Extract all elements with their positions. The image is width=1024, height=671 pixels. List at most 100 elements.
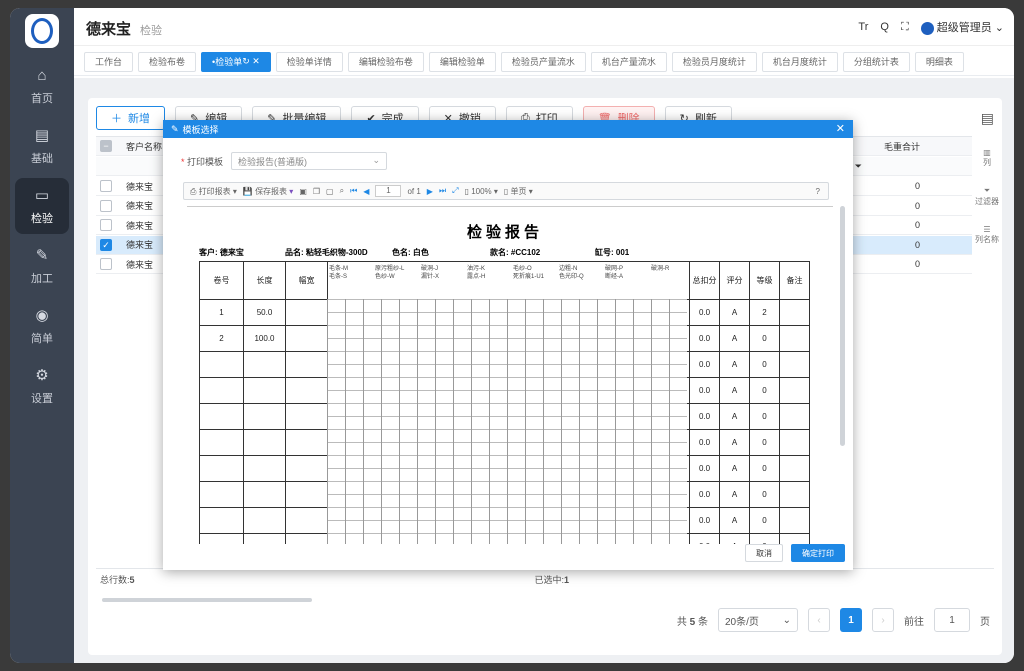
report-score: 0.0 bbox=[689, 351, 720, 378]
col-customer-header: 客户名称 bbox=[126, 141, 163, 152]
close-icon[interactable]: ✕ bbox=[836, 122, 845, 135]
tab-3[interactable]: 检验单详情 bbox=[275, 51, 343, 72]
search-icon[interactable]: Q bbox=[880, 21, 889, 33]
save-report-button[interactable]: 💾 保存报表 ▾ bbox=[243, 186, 293, 197]
grid-footer: 总行数:5 已选中:1 bbox=[96, 568, 994, 590]
tab-6[interactable]: 检验员产量流水 bbox=[500, 51, 586, 72]
report-rating: A bbox=[719, 299, 750, 326]
goto-page-input[interactable]: 1 bbox=[934, 608, 970, 632]
tab-0[interactable]: 工作台 bbox=[84, 51, 134, 72]
edit-icon: ✎ bbox=[171, 123, 179, 134]
tab-4[interactable]: 编辑检验布卷 bbox=[347, 51, 424, 72]
sidebar-item-1[interactable]: ▤ 基础 bbox=[15, 118, 69, 174]
tab-label: 工作台 bbox=[95, 57, 123, 67]
report-length bbox=[243, 507, 286, 534]
col-note: 备注 bbox=[779, 261, 810, 300]
sidebar-item-label: 设置 bbox=[31, 393, 53, 405]
filter-icon[interactable]: ⏷ bbox=[855, 161, 862, 172]
report-color: 色名: 白色 bbox=[392, 248, 429, 257]
selected-value: 1 bbox=[564, 575, 570, 585]
print-template-value: 检验报告(普通版) bbox=[238, 156, 308, 167]
report-scrollbar[interactable] bbox=[840, 206, 845, 446]
fullscreen-icon[interactable]: ⛶ bbox=[901, 21, 909, 34]
sidebar-item-4[interactable]: ◉ 简单 bbox=[15, 298, 69, 354]
report-width bbox=[285, 403, 328, 430]
select-all-checkbox[interactable]: − bbox=[100, 140, 112, 152]
tab-2[interactable]: • 检验单 ↻ ✕ bbox=[201, 51, 271, 72]
page-number-input[interactable]: 1 bbox=[375, 185, 402, 197]
sidebar-item-5[interactable]: ⚙ 设置 bbox=[15, 358, 69, 414]
zoom-select[interactable]: ▯ 100% ▾ bbox=[465, 187, 498, 196]
report-grade: 0 bbox=[749, 533, 780, 544]
page-size-select[interactable]: 20条/页 ⌄ bbox=[718, 608, 798, 632]
tab-9[interactable]: 机台月度统计 bbox=[761, 51, 838, 72]
report-roll bbox=[199, 403, 244, 430]
column-names-tool[interactable]: ☰ 列名称 bbox=[974, 225, 1000, 245]
report-width bbox=[285, 533, 328, 544]
single-page-select[interactable]: ▯ 单页 ▾ bbox=[504, 186, 533, 197]
find-icon[interactable]: ⌕ bbox=[340, 186, 344, 196]
prev-page-icon[interactable]: ◀ bbox=[363, 187, 369, 196]
tab-11[interactable]: 明细表 bbox=[914, 51, 964, 72]
report-roll: 2 bbox=[199, 325, 244, 352]
row-total: 0 bbox=[914, 220, 920, 230]
help-icon[interactable]: ? bbox=[816, 187, 820, 196]
last-page-icon[interactable]: ⏭ bbox=[439, 186, 446, 196]
filter-tool[interactable]: ⏷ 过滤器 bbox=[974, 186, 1000, 207]
prev-page-button[interactable]: ‹ bbox=[808, 608, 830, 632]
report-length: 50.0 bbox=[243, 299, 286, 326]
report-rating: A bbox=[719, 429, 750, 456]
sidebar-item-2[interactable]: ▭ 检验 bbox=[15, 178, 69, 234]
first-page-icon[interactable]: ⏮ bbox=[350, 186, 357, 196]
row-checkbox[interactable] bbox=[100, 180, 112, 192]
print-report-button[interactable]: ⎙ 打印报表 ▾ bbox=[190, 186, 237, 197]
dialog-header: ✎ 模板选择 ✕ bbox=[163, 120, 853, 138]
fit-page-icon[interactable]: ⤢ bbox=[452, 186, 458, 196]
current-page-button[interactable]: 1 bbox=[840, 608, 862, 632]
user-menu[interactable]: 超级管理员 ⌄ bbox=[920, 19, 1004, 35]
report-style: 款名: #CC102 bbox=[490, 248, 541, 257]
cancel-button[interactable]: 取消 bbox=[745, 544, 783, 562]
copy-icon[interactable]: ❐ bbox=[313, 187, 320, 196]
report-rating: A bbox=[719, 351, 750, 378]
report-grade: 0 bbox=[749, 455, 780, 482]
database-icon: ◉ bbox=[35, 307, 49, 324]
print-template-select[interactable]: 检验报告(普通版) ⌄ bbox=[231, 152, 388, 170]
report-roll bbox=[199, 533, 244, 544]
font-size-icon[interactable]: Tr bbox=[858, 21, 868, 33]
document-icon[interactable]: ▤ bbox=[981, 110, 994, 127]
tab-7[interactable]: 机台产量流水 bbox=[590, 51, 667, 72]
col-roll: 卷号 bbox=[199, 261, 244, 300]
row-checkbox[interactable] bbox=[100, 258, 112, 270]
col-grade: 等级 bbox=[749, 261, 780, 300]
page-setup-icon[interactable]: ▢ bbox=[326, 187, 334, 196]
sidebar-item-label: 加工 bbox=[31, 273, 53, 285]
row-checkbox[interactable]: ✓ bbox=[100, 238, 112, 251]
row-checkbox[interactable] bbox=[100, 219, 112, 231]
tab-8[interactable]: 检验员月度统计 bbox=[671, 51, 757, 72]
col-length: 长度 bbox=[243, 261, 286, 300]
report-note bbox=[779, 325, 810, 352]
next-page-icon[interactable]: ▶ bbox=[427, 187, 433, 196]
report-note bbox=[779, 299, 810, 326]
report-rating: A bbox=[719, 507, 750, 534]
row-checkbox[interactable] bbox=[100, 199, 112, 212]
tab-label: 机台月度统计 bbox=[772, 57, 827, 67]
add-button[interactable]: ＋ 新增 bbox=[96, 106, 165, 130]
next-page-button[interactable]: › bbox=[872, 608, 894, 632]
tab-10[interactable]: 分组统计表 bbox=[842, 51, 910, 72]
tab-close-icon[interactable]: ↻ ✕ bbox=[242, 56, 260, 67]
horizontal-scrollbar[interactable] bbox=[102, 598, 312, 602]
report-page: 检验报告 客户: 德来宝 品名: 粘轻毛织物-300D 色名: 白色 款名: #… bbox=[187, 206, 833, 544]
sidebar: ⌂ 首页 ▤ 基础 ▭ 检验 ✎ 加工 ◉ 简单 ⚙ 设置 bbox=[10, 8, 74, 663]
report-rating: A bbox=[719, 481, 750, 508]
columns-label: 列 bbox=[983, 158, 991, 167]
sidebar-item-0[interactable]: ⌂ 首页 bbox=[15, 58, 69, 114]
tab-5[interactable]: 编辑检验单 bbox=[428, 51, 496, 72]
confirm-print-button[interactable]: 确定打印 bbox=[791, 544, 845, 562]
tab-1[interactable]: 检验布卷 bbox=[138, 51, 197, 72]
columns-tool[interactable]: ▥ 列 bbox=[974, 148, 1000, 168]
report-score: 0.0 bbox=[689, 481, 720, 508]
export-icon[interactable]: ▣ bbox=[299, 187, 307, 196]
sidebar-item-3[interactable]: ✎ 加工 bbox=[15, 238, 69, 294]
